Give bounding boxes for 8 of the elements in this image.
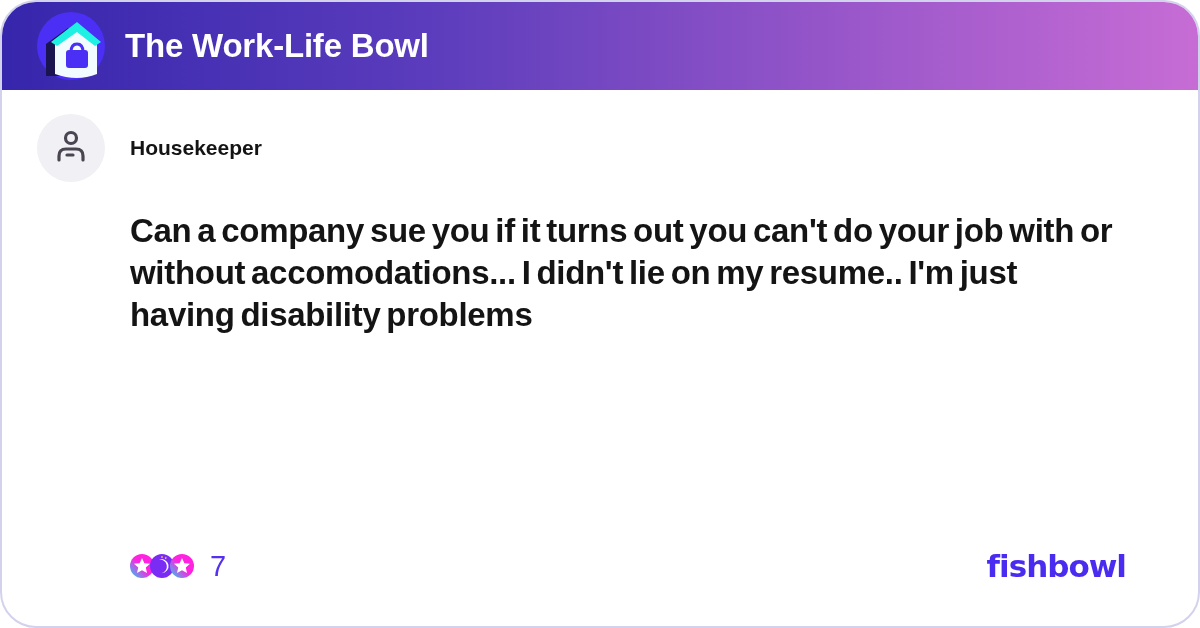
community-title: The Work-Life Bowl	[125, 27, 429, 65]
house-lock-icon	[37, 12, 105, 80]
question-text: Can a company sue you if it turns out you can't do your job with or without accomodations... I didn't lie on my resume.. I'm just having disability problems	[130, 211, 1114, 335]
author-name: Housekeeper	[130, 136, 262, 160]
user-avatar-icon	[37, 114, 105, 182]
brand-logo: fishbowl	[986, 548, 1126, 584]
star-badge-icon	[170, 554, 194, 578]
reaction-count: 7	[210, 549, 227, 583]
